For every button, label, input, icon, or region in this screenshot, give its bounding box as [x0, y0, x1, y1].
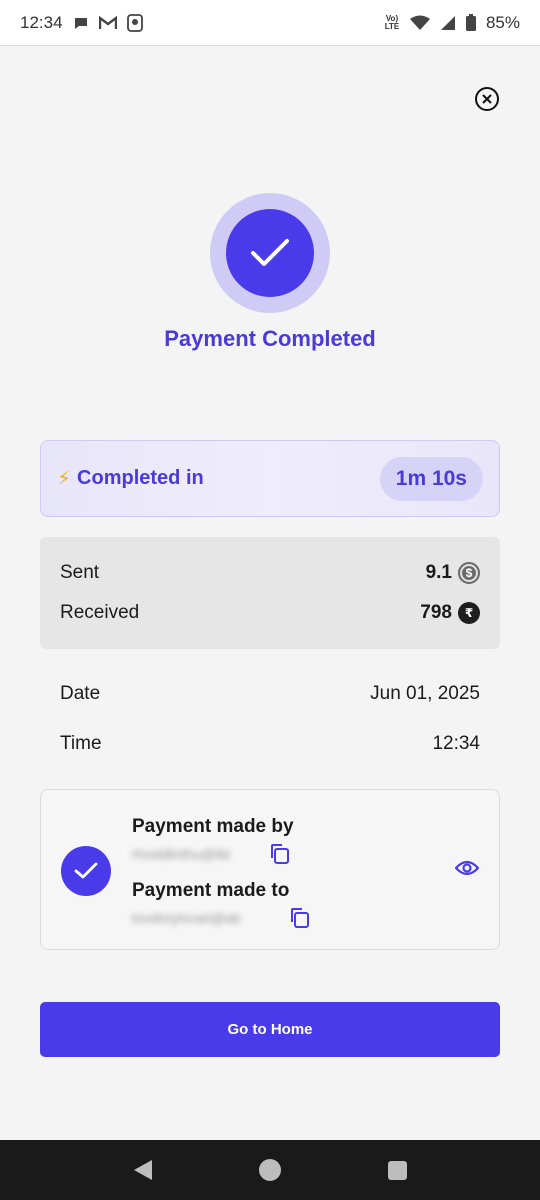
- made-by-value: rhoddlinthu@tbi: [132, 846, 231, 862]
- time-row: Time 12:34: [60, 733, 480, 755]
- home-icon[interactable]: [258, 1159, 281, 1181]
- eye-icon[interactable]: [454, 859, 480, 882]
- completed-label: Completed in: [77, 467, 204, 489]
- usd-coin-icon: $: [458, 562, 480, 584]
- battery-icon: [465, 14, 476, 31]
- completed-card: ⚡ Completed in 1m 10s: [40, 440, 500, 517]
- completed-left: ⚡ Completed in: [57, 466, 204, 491]
- made-by-label: Payment made by: [132, 816, 294, 837]
- date-row: Date Jun 01, 2025: [60, 683, 480, 705]
- signal-icon: [440, 15, 456, 31]
- success-badge-inner: [226, 209, 314, 297]
- status-bar: 12:34 Vo) LTE 85%: [0, 0, 540, 46]
- lightning-icon: ⚡: [57, 468, 72, 490]
- battery-percent: 85%: [485, 12, 520, 32]
- status-right: Vo) LTE 85%: [384, 13, 520, 33]
- made-to-label: Payment made to: [132, 880, 290, 901]
- party-check-badge: [61, 846, 111, 896]
- sent-row: Sent 9.1 $: [60, 561, 480, 585]
- copy-icon[interactable]: [287, 906, 311, 935]
- gmail-icon: [98, 15, 117, 31]
- check-icon: [251, 239, 289, 266]
- made-to-value: lovdiniyhroet@ab: [132, 910, 241, 926]
- close-button[interactable]: [475, 87, 499, 111]
- time-value: 12:34: [432, 733, 480, 754]
- sent-value: 9.1: [425, 562, 452, 583]
- date-value: Jun 01, 2025: [370, 683, 480, 704]
- go-to-home-button[interactable]: Go to Home: [40, 1002, 500, 1057]
- copy-icon[interactable]: [267, 842, 291, 871]
- status-left: 12:34: [20, 13, 143, 33]
- close-icon: [482, 94, 492, 104]
- time-label: Time: [60, 733, 102, 754]
- wifi-icon: [409, 15, 430, 31]
- lte-bottom: LTE: [384, 21, 400, 31]
- sent-label: Sent: [60, 562, 100, 583]
- received-row: Received 798 ₹: [60, 601, 480, 625]
- date-label: Date: [60, 683, 101, 704]
- sent-amount: 9.1 $: [426, 562, 480, 584]
- received-amount: 798 ₹: [420, 602, 480, 624]
- duration-pill: 1m 10s: [379, 456, 483, 501]
- lte-indicator: Vo) LTE: [384, 14, 400, 31]
- received-value: 798: [420, 602, 452, 623]
- party-card: Payment made by rhoddlinthu@tbi Payment …: [40, 789, 500, 950]
- rupee-icon: ₹: [458, 602, 480, 624]
- back-icon[interactable]: [133, 1160, 152, 1180]
- success-badge: [210, 193, 330, 313]
- status-time: 12:34: [20, 12, 63, 32]
- check-icon: [74, 862, 98, 879]
- recents-icon[interactable]: [387, 1160, 407, 1180]
- amount-card: Sent 9.1 $ Received 798 ₹: [40, 537, 500, 649]
- app-icon: [126, 13, 143, 32]
- page-title: Payment Completed: [164, 326, 376, 351]
- chat-icon: [73, 15, 89, 31]
- received-label: Received: [60, 602, 140, 623]
- navigation-bar: [0, 1140, 540, 1200]
